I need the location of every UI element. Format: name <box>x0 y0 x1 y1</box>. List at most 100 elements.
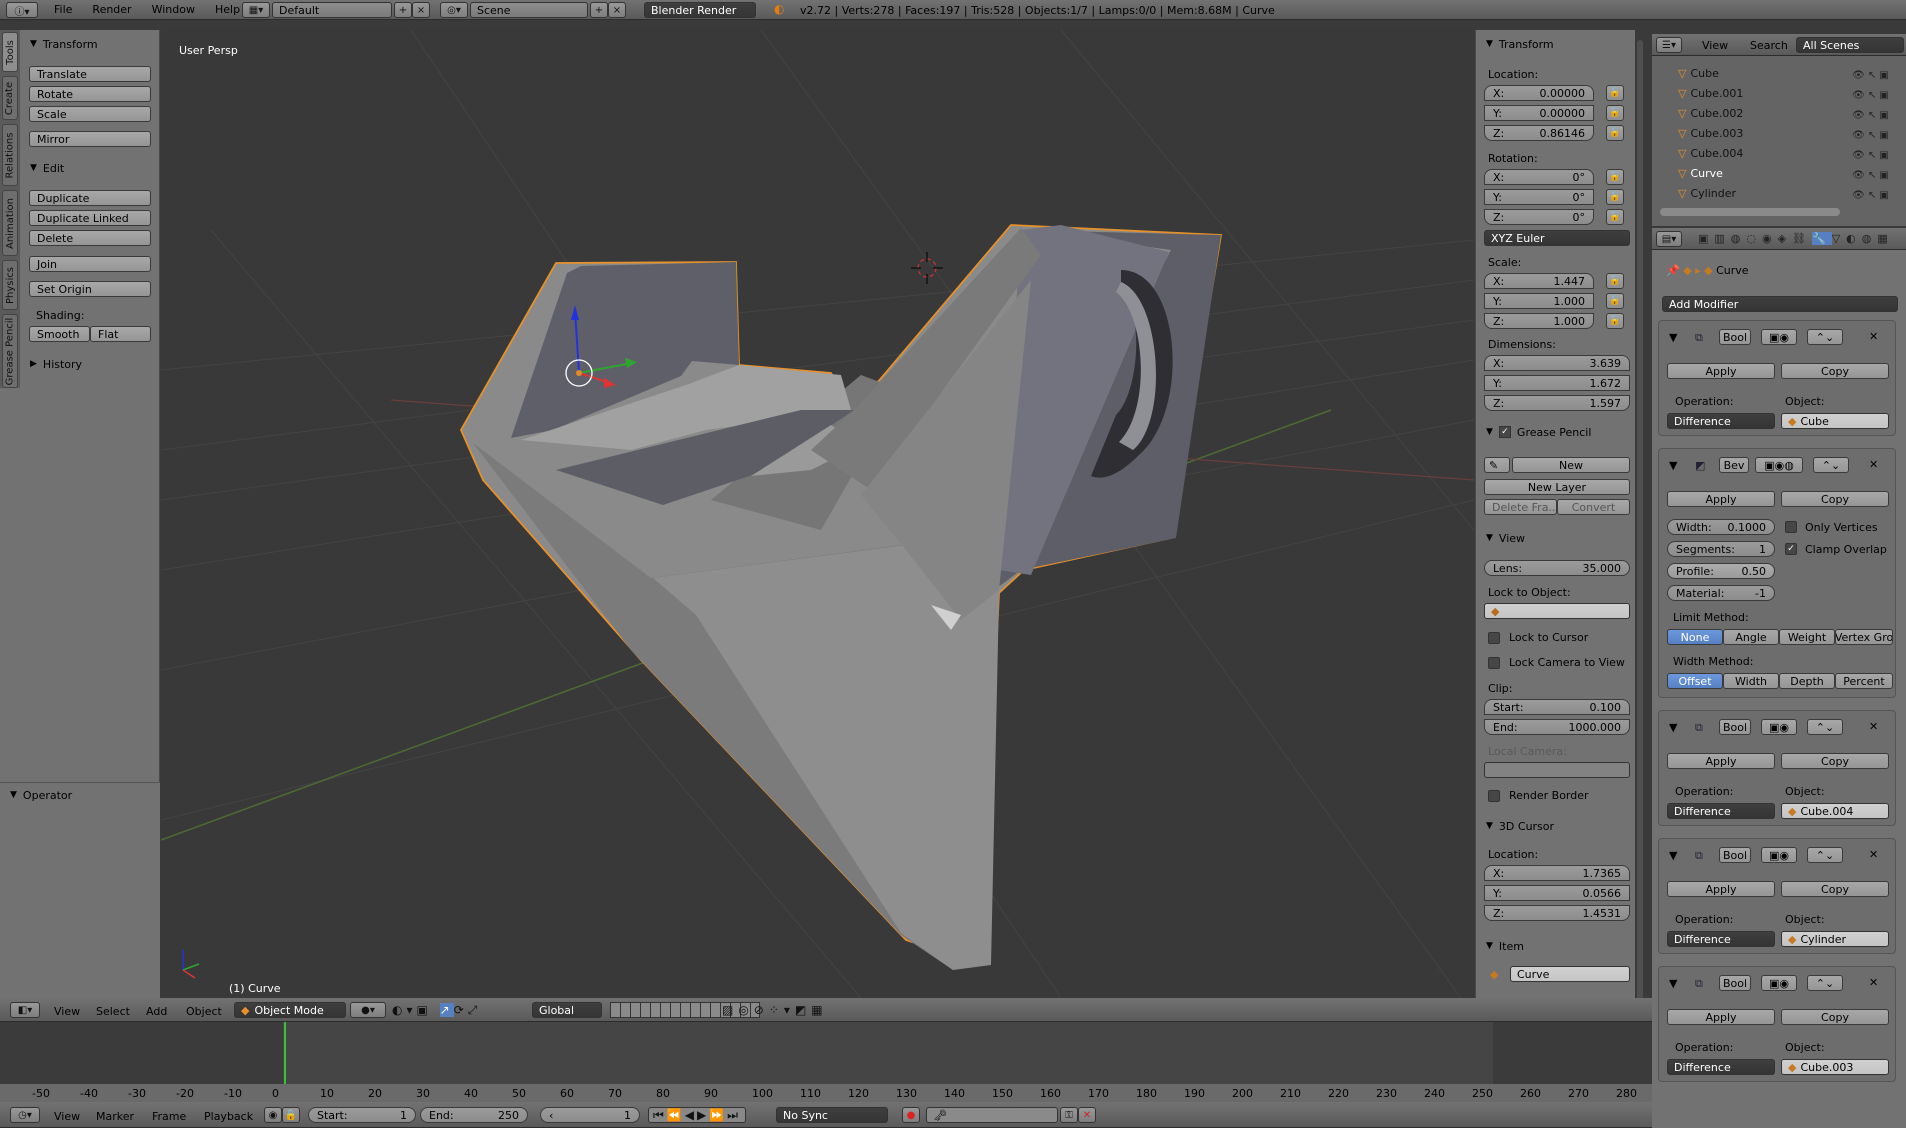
operation-select[interactable]: Difference <box>1667 931 1775 947</box>
rotation-z[interactable]: Z: 0° <box>1484 209 1594 225</box>
pivot-snap-icons[interactable]: ◐▾▣ ↗⟳⤢ <box>392 1003 481 1018</box>
location-y[interactable]: Y: 0.00000 <box>1484 105 1594 121</box>
gp-pencil-icon[interactable]: ✎ <box>1484 457 1510 473</box>
bevel-render-icon[interactable]: ▣◉◍ <box>1755 457 1803 473</box>
add-modifier-select[interactable]: Add Modifier <box>1662 296 1898 312</box>
gp-new-layer-button[interactable]: New Layer <box>1484 479 1630 495</box>
menu-window[interactable]: Window <box>142 3 205 16</box>
bevel-apply-button[interactable]: Apply <box>1667 491 1775 507</box>
outliner-item-cube003[interactable]: ▽ Cube.003 <box>1678 123 1743 143</box>
modifier-move-up-icon[interactable]: ⌃⌄ <box>1807 719 1843 735</box>
view3d-view-menu[interactable]: View <box>54 1005 80 1018</box>
rotation-y[interactable]: Y: 0° <box>1484 189 1594 205</box>
playback-controls[interactable]: ⏮⏪◀▶⏩⏭ <box>648 1107 746 1123</box>
mirror-button[interactable]: Mirror <box>29 131 151 147</box>
end-frame-field[interactable]: End: 250 <box>420 1107 528 1123</box>
clip-start-field[interactable]: Start: 0.100 <box>1484 699 1630 715</box>
modifier-move-up-icon[interactable]: ⌃⌄ <box>1807 975 1843 991</box>
history-header[interactable]: ▶ History <box>20 354 160 374</box>
view3d-misc-icons[interactable]: ▨◎⊘⁘▾◩▦ <box>722 1003 828 1017</box>
modifier-copy-button[interactable]: Copy <box>1781 881 1889 897</box>
timeline-playback-menu[interactable]: Playback <box>204 1110 253 1123</box>
lock-cursor-checkbox[interactable] <box>1488 632 1500 644</box>
set-origin-select[interactable]: Set Origin <box>29 281 151 297</box>
grease-pencil-header[interactable]: ▼ ✓ Grease Pencil <box>1476 422 1635 442</box>
operation-select[interactable]: Difference <box>1667 803 1775 819</box>
scene-field[interactable]: Scene <box>470 2 588 18</box>
duplicate-button[interactable]: Duplicate <box>29 190 151 206</box>
outliner-item-cube002[interactable]: ▽ Cube.002 <box>1678 103 1743 123</box>
flat-button[interactable]: Flat <box>90 326 151 342</box>
bevel-expand-icon[interactable]: ▼ <box>1669 459 1677 472</box>
modifier-expand-icon[interactable]: ▼ <box>1669 977 1677 990</box>
limit-none-button[interactable]: None <box>1667 629 1723 645</box>
lock-loc-z-icon[interactable]: 🔓 <box>1606 125 1624 141</box>
dimension-x[interactable]: X: 3.639 <box>1484 355 1630 371</box>
bevel-move-icon[interactable]: ⌃⌄ <box>1813 457 1849 473</box>
layout-field[interactable]: Default <box>272 2 392 18</box>
view3d-object-menu[interactable]: Object <box>186 1005 222 1018</box>
outliner-view-menu[interactable]: View <box>1702 39 1728 52</box>
translate-button[interactable]: Translate <box>29 66 151 82</box>
delete-keyframe-icon[interactable]: ✕ <box>1078 1107 1096 1123</box>
modifier-remove-icon[interactable]: ✕ <box>1869 976 1878 989</box>
item-header[interactable]: ▼ Item <box>1476 936 1635 956</box>
outliner-display-select[interactable]: All Scenes <box>1796 37 1904 53</box>
outliner-item-cube[interactable]: ▽ Cube <box>1678 63 1719 83</box>
lock-scl-z-icon[interactable]: 🔓 <box>1606 313 1624 329</box>
modifier-apply-button[interactable]: Apply <box>1667 753 1775 769</box>
scale-z[interactable]: Z: 1.000 <box>1484 313 1594 329</box>
scene-icon[interactable]: ◎▾ <box>440 2 468 18</box>
outliner-item-cube004[interactable]: ▽ Cube.004 <box>1678 143 1743 163</box>
limit-angle-button[interactable]: Angle <box>1723 629 1779 645</box>
view3d-add-menu[interactable]: Add <box>146 1005 167 1018</box>
gp-convert-button[interactable]: Convert <box>1557 499 1630 515</box>
rotation-x[interactable]: X: 0° <box>1484 169 1594 185</box>
gp-delete-frame-button[interactable]: Delete Fra... <box>1484 499 1557 515</box>
tab-animation[interactable]: Animation <box>2 190 18 256</box>
width-depth-button[interactable]: Depth <box>1779 673 1835 689</box>
view3d-editor-icon[interactable]: ◧▾ <box>10 1002 40 1018</box>
lock-object-field[interactable]: ◆ <box>1484 603 1630 619</box>
properties-editor-icon[interactable]: ▤▾ <box>1656 231 1682 247</box>
insert-keyframe-icon[interactable]: ⚿ <box>1060 1107 1078 1123</box>
outliner-visibility-icons[interactable]: 👁 ↖ ▣ 👁 ↖ ▣ 👁 ↖ ▣ 👁 ↖ ▣ 👁 ↖ ▣ 👁 ↖ ▣ 👁 ↖ ▣ <box>1852 66 1902 206</box>
limit-weight-button[interactable]: Weight <box>1779 629 1835 645</box>
modifier-render-icon[interactable]: ▣◉ <box>1761 719 1797 735</box>
n-transform-header[interactable]: ▼ Transform <box>1476 34 1635 54</box>
modifier-copy-button[interactable]: Copy <box>1781 753 1889 769</box>
layout-add-icon[interactable]: + <box>394 2 412 18</box>
width-width-button[interactable]: Width <box>1723 673 1779 689</box>
viewport-3d[interactable]: User Persp (1) Curve <box>161 30 1474 998</box>
scale-x[interactable]: X: 1.447 <box>1484 273 1594 289</box>
outliner-item-curve[interactable]: ▽ Curve <box>1678 163 1723 183</box>
dimension-z[interactable]: Z: 1.597 <box>1484 395 1630 411</box>
scale-button[interactable]: Scale <box>29 106 151 122</box>
layout-remove-icon[interactable]: × <box>412 2 430 18</box>
bevel-name-field[interactable]: Bev <box>1719 457 1749 473</box>
record-icon[interactable]: ● <box>902 1107 920 1123</box>
object-field[interactable]: ◆ Cube.004 <box>1781 803 1889 819</box>
cursor-x[interactable]: X: 1.7365 <box>1484 865 1630 881</box>
modifier-move-up-icon[interactable]: ⌃⌄ <box>1807 847 1843 863</box>
only-vertices-checkbox[interactable] <box>1785 521 1797 533</box>
smooth-button[interactable]: Smooth <box>29 326 90 342</box>
layout-icon[interactable]: ▦▾ <box>242 2 270 18</box>
bevel-remove-icon[interactable]: ✕ <box>1869 458 1878 471</box>
modifier-move-up-icon[interactable]: ⌃⌄ <box>1807 329 1843 345</box>
lock-scl-x-icon[interactable]: 🔓 <box>1606 273 1624 289</box>
gp-checkbox[interactable]: ✓ <box>1498 426 1511 438</box>
scene-remove-icon[interactable]: × <box>608 2 626 18</box>
modifier-copy-button[interactable]: Copy <box>1781 1009 1889 1025</box>
modifier-apply-button[interactable]: Apply <box>1667 1009 1775 1025</box>
modifier-copy-button[interactable]: Copy <box>1781 363 1889 379</box>
cursor-z[interactable]: Z: 1.4531 <box>1484 905 1630 921</box>
object-field[interactable]: ◆ Cylinder <box>1781 931 1889 947</box>
modifier-apply-button[interactable]: Apply <box>1667 363 1775 379</box>
item-name-field[interactable]: Curve <box>1510 966 1630 982</box>
modifier-expand-icon[interactable]: ▼ <box>1669 849 1677 862</box>
modifier-apply-button[interactable]: Apply <box>1667 881 1775 897</box>
interaction-mode-select[interactable]: ◆ Object Mode <box>234 1002 346 1018</box>
local-camera-field[interactable] <box>1484 762 1630 778</box>
3d-cursor-header[interactable]: ▼ 3D Cursor <box>1476 816 1635 836</box>
